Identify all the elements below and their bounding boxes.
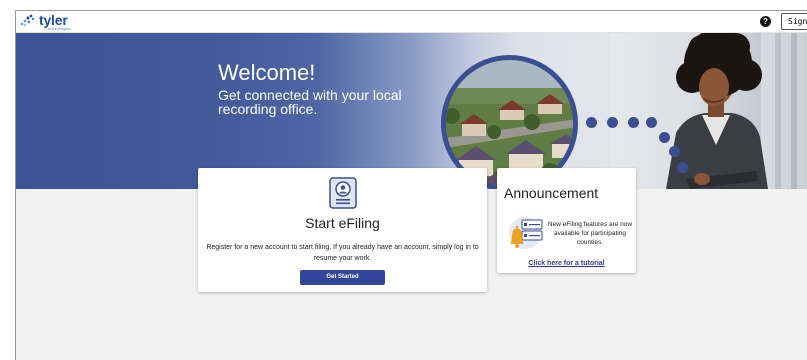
help-icon[interactable]: ? [760,16,771,27]
decorative-dot [669,146,680,157]
tutorial-link[interactable]: Click here for a tutorial [497,260,636,267]
decorative-dot [646,117,657,128]
top-bar: tyler technologies ? Sign In [16,11,807,33]
decorative-dot [628,117,639,128]
start-efiling-card: Start eFiling Register for a new account… [198,168,487,292]
tyler-logo-mark-icon [20,14,35,27]
document-profile-icon [329,177,357,209]
decorative-dot [586,117,597,128]
start-efiling-title: Start eFiling [305,215,380,231]
logo-subtext: technologies [48,26,71,31]
announcement-title: Announcement [504,185,599,201]
announcement-text: New eFiling features are now available f… [547,221,633,246]
hero-tagline: Get connected with your local recording … [218,87,402,117]
start-efiling-description: Register for a new account to start fili… [206,244,479,262]
decorative-dot [659,132,670,143]
sign-in-button[interactable]: Sign In [781,13,807,30]
app-frame: tyler technologies ? Sign In Welcome [15,10,807,360]
get-started-button[interactable]: Get Started [300,270,385,285]
decorative-dot [607,117,618,128]
woman-with-tablet-illustration [666,33,768,189]
bell-notification-icon [509,217,543,249]
welcome-heading: Welcome! [218,60,316,85]
decorative-dot [677,162,688,173]
hero-banner: Welcome! Get connected with your local r… [16,33,807,189]
announcement-card: Announcement New eFiling features are no… [497,168,636,273]
window-pane [797,33,807,189]
tyler-logo[interactable]: tyler technologies [20,12,80,31]
